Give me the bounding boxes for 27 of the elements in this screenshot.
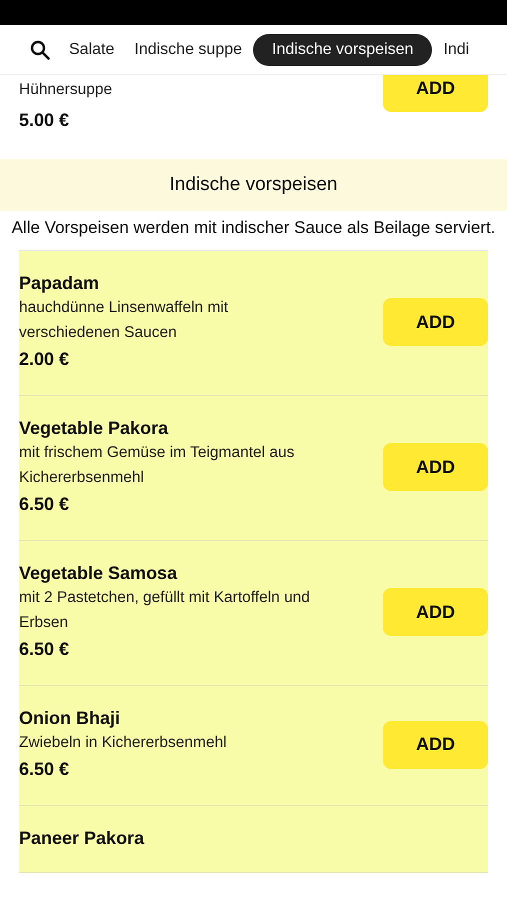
- item-description: mit 2 Pastetchen, gefüllt mit Kartoffeln und Erbsen: [19, 588, 311, 633]
- item-name: Papadam: [19, 272, 100, 295]
- add-button[interactable]: ADD: [383, 75, 488, 112]
- item-name: Vegetable Samosa: [19, 562, 178, 585]
- category-tab[interactable]: Indi: [434, 34, 478, 64]
- item-name: Vegetable Pakora: [19, 417, 170, 440]
- category-tab[interactable]: Salate: [60, 34, 124, 64]
- item-description: Zwiebeln in Kichererbsenmehl: [19, 733, 227, 753]
- item-name: Paneer Pakora: [19, 827, 144, 850]
- category-tab[interactable]: Indische vorspeisen: [253, 34, 432, 66]
- section-note: Alle Vorspeisen werden mit indischer Sauce als Beilage serviert.: [10, 217, 496, 239]
- item-description: mit frischem Gemüse im Teigmantel aus Kichererbsenmehl: [19, 443, 296, 488]
- item-price: 5.00 €: [19, 109, 70, 132]
- add-button[interactable]: ADD: [383, 443, 488, 491]
- add-button[interactable]: ADD: [383, 298, 488, 346]
- item-price: 6.50 €: [19, 638, 70, 661]
- item-description: hauchdünne Linsenwaffeln mit verschiedenen Saucen: [19, 298, 230, 343]
- category-tab[interactable]: Indische suppe: [125, 34, 252, 64]
- item-name: Onion Bhaji: [19, 707, 121, 730]
- item-price: 6.50 €: [19, 758, 70, 781]
- item-description: Hühnersuppe: [19, 80, 112, 100]
- add-button[interactable]: ADD: [383, 720, 488, 768]
- add-button[interactable]: ADD: [383, 588, 488, 636]
- item-price: 6.50 €: [19, 493, 70, 516]
- section-header: Indische vorspeisen: [0, 159, 507, 211]
- search-icon[interactable]: [30, 40, 50, 60]
- item-price: 2.00 €: [19, 348, 70, 371]
